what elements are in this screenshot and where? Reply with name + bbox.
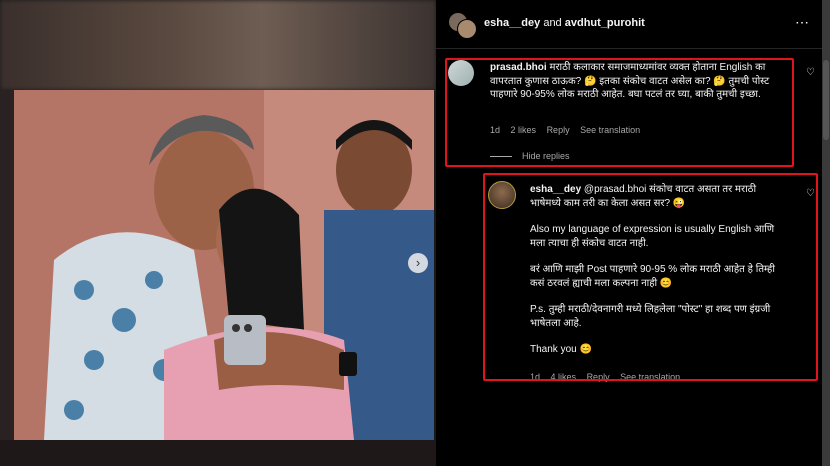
collab-avatars[interactable]: [448, 12, 477, 39]
avatar: [457, 19, 477, 39]
and-text: and: [540, 17, 565, 29]
scrollbar-thumb[interactable]: [823, 60, 829, 140]
post-photo: [14, 90, 434, 440]
post-header: esha__dey and avdhut_purohit ⋯: [436, 0, 830, 49]
heart-icon[interactable]: ♡: [806, 67, 815, 78]
highlight-box-comment: [445, 58, 794, 167]
post-authors: esha__dey and avdhut_purohit: [484, 17, 645, 29]
more-options-icon[interactable]: ⋯: [795, 14, 810, 31]
next-image-button[interactable]: ›: [408, 253, 428, 273]
blurred-background: [0, 0, 436, 90]
author-link-2[interactable]: avdhut_purohit: [565, 17, 645, 29]
highlight-box-reply: [483, 173, 818, 381]
image-edge-bottom: [0, 440, 436, 466]
photo-illustration: [14, 90, 434, 440]
image-edge: [0, 90, 14, 466]
author-link-1[interactable]: esha__dey: [484, 17, 540, 29]
post-image-panel: ›: [0, 0, 436, 466]
